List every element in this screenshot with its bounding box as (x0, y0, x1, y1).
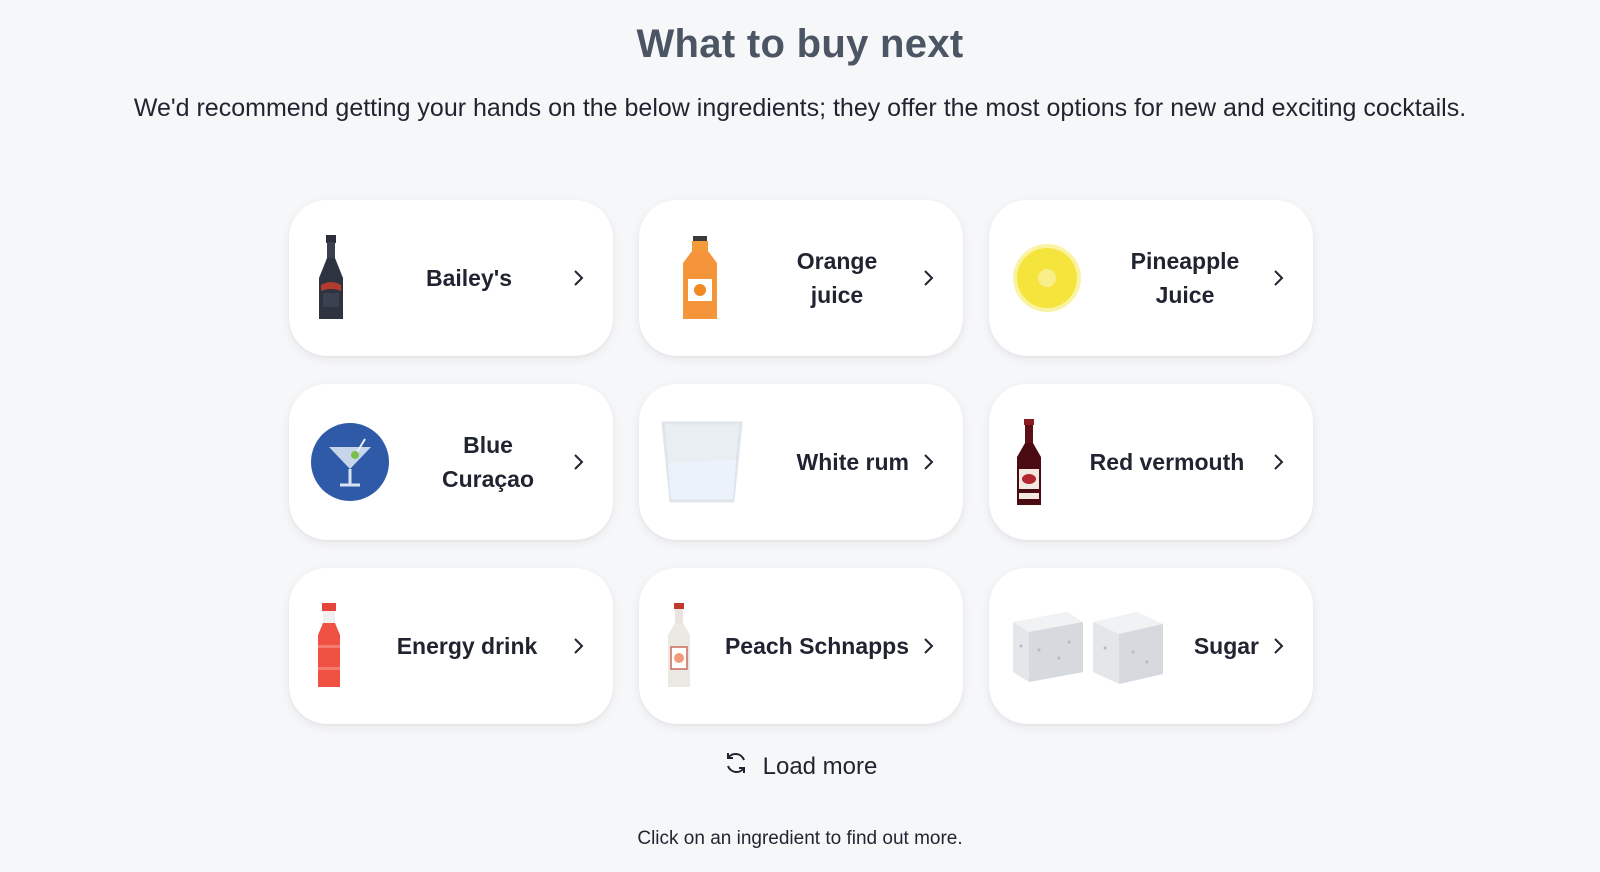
ingredient-card-white-rum[interactable]: White rum (639, 384, 963, 540)
orange-juice-bottle-icon (659, 200, 739, 356)
ingredient-label-line2: Juice (1155, 282, 1215, 308)
sugar-cubes-icon (1009, 568, 1169, 724)
ingredient-label: Sugar (1193, 633, 1259, 659)
load-more-label: Load more (762, 752, 878, 780)
ingredient-card-blue-curacao[interactable]: Blue Curaçao (289, 384, 613, 540)
ingredient-label: Red vermouth (1089, 449, 1245, 475)
page-title: What to buy next (636, 22, 964, 66)
chevron-right-icon (919, 453, 937, 471)
blue-curacao-glass-icon (309, 384, 391, 540)
ingredient-label: Orange (796, 248, 878, 274)
load-more-button[interactable]: Load more (0, 750, 1600, 783)
energy-drink-bottle-icon (309, 568, 349, 724)
chevron-right-icon (1269, 453, 1287, 471)
chevron-right-icon (569, 453, 587, 471)
pineapple-juice-icon (1009, 200, 1085, 356)
ingredient-label: Bailey's (425, 265, 513, 291)
ingredient-label: White rum (796, 449, 909, 475)
ingredient-card-red-vermouth[interactable]: Red vermouth (989, 384, 1313, 540)
ingredient-card-orange-juice[interactable]: Orange juice (639, 200, 963, 356)
chevron-right-icon (569, 269, 587, 287)
baileys-bottle-icon (309, 200, 353, 356)
ingredient-label-line2: Curaçao (441, 466, 535, 492)
ingredient-card-pineapple-juice[interactable]: Pineapple Juice (989, 200, 1313, 356)
chevron-right-icon (1269, 637, 1287, 655)
ingredient-card-sugar[interactable]: Sugar (989, 568, 1313, 724)
ingredient-grid: Bailey's Orange juice Pineapple Juice Bl… (289, 200, 1313, 724)
ingredient-card-energy-drink[interactable]: Energy drink (289, 568, 613, 724)
white-rum-glass-icon (659, 384, 745, 540)
red-vermouth-bottle-icon (1009, 384, 1049, 540)
ingredient-label: Blue (463, 432, 513, 458)
ingredient-card-baileys[interactable]: Bailey's (289, 200, 613, 356)
ingredient-label-line2: juice (810, 282, 864, 308)
chevron-right-icon (1269, 269, 1287, 287)
page-subtitle: We'd recommend getting your hands on the… (133, 94, 1467, 122)
ingredient-label: Energy drink (396, 633, 538, 659)
peach-schnapps-bottle-icon (659, 568, 699, 724)
footer-hint: Click on an ingredient to find out more. (637, 828, 963, 849)
chevron-right-icon (919, 637, 937, 655)
ingredient-card-peach-schnapps[interactable]: Peach Schnapps (639, 568, 963, 724)
refresh-icon (723, 750, 749, 783)
chevron-right-icon (569, 637, 587, 655)
ingredient-label: Peach Schnapps (724, 633, 910, 659)
chevron-right-icon (919, 269, 937, 287)
ingredient-label: Pineapple (1130, 248, 1240, 274)
